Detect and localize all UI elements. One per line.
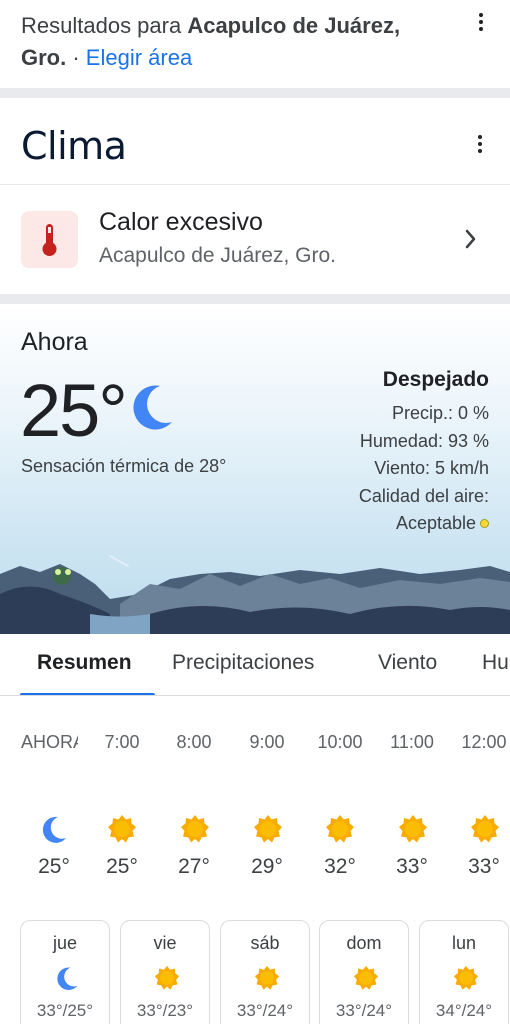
- day-card[interactable]: sáb 33°/24°: [220, 920, 310, 1024]
- day-temps: 33°/24°: [236, 1001, 294, 1020]
- sun-icon: [326, 815, 354, 843]
- condition-text: Despejado: [382, 368, 489, 391]
- hour-temp: 32°: [324, 855, 356, 878]
- hour-label: 12:00: [461, 732, 507, 752]
- tab-precipitation[interactable]: Precipitaciones: [172, 651, 314, 675]
- moon-icon: [57, 967, 78, 990]
- air-quality-dot: [480, 519, 489, 528]
- air-quality-label: Calidad del aire:: [358, 485, 489, 506]
- hour-temp: 25°: [38, 855, 70, 878]
- change-area-link[interactable]: Elegir área: [86, 45, 192, 70]
- hour-label: 9:00: [249, 732, 285, 752]
- day-temps: 33°/23°: [136, 1001, 194, 1020]
- results-text: Resultados para Acapulco de Juárez, Gro.…: [21, 10, 451, 74]
- sun-icon: [181, 815, 209, 843]
- sun-icon: [453, 965, 479, 990]
- thermometer-icon: [21, 211, 78, 268]
- section-separator: [0, 88, 510, 98]
- results-header: Resultados para Acapulco de Juárez, Gro.…: [0, 0, 510, 88]
- current-weather-panel: Ahora 25° Sensación térmica de 28° Despe…: [0, 304, 510, 634]
- divider: [0, 184, 510, 185]
- sun-icon: [154, 965, 180, 990]
- air-quality-value: Aceptable: [395, 513, 476, 533]
- chevron-right-icon[interactable]: [464, 228, 478, 250]
- hour-label: AHORA: [21, 732, 78, 752]
- moon-icon: [42, 816, 66, 843]
- sun-icon: [399, 815, 427, 843]
- sun-icon: [471, 815, 499, 843]
- day-temps: 33°/25°: [36, 1001, 94, 1020]
- day-card[interactable]: jue 33°/25°: [20, 920, 110, 1024]
- now-label: Ahora: [21, 328, 88, 356]
- day-card[interactable]: vie 33°/23°: [120, 920, 210, 1024]
- hour-temp: 27°: [178, 855, 210, 878]
- section-separator: [0, 294, 510, 304]
- current-temperature: 25°: [20, 369, 128, 452]
- tab-summary[interactable]: Resumen: [37, 651, 132, 675]
- tab-wind[interactable]: Viento: [378, 651, 437, 675]
- day-card[interactable]: dom 33°/24°: [319, 920, 409, 1024]
- hour-label: 8:00: [176, 732, 212, 752]
- hour-temp: 33°: [396, 855, 428, 878]
- heat-alert-row[interactable]: Calor excesivo Acapulco de Juárez, Gro.: [0, 186, 510, 294]
- hour-temp: 33°: [468, 855, 500, 878]
- night-scene-illustration: [0, 555, 510, 634]
- sun-icon: [353, 965, 379, 990]
- alert-title: Calor excesivo: [99, 208, 263, 236]
- day-card[interactable]: lun 34°/24°: [419, 920, 509, 1024]
- weather-tabs: Resumen Precipitaciones Viento Humedad: [0, 634, 510, 696]
- day-temps: 33°/24°: [335, 1001, 393, 1020]
- tab-humidity[interactable]: Humedad: [482, 651, 510, 675]
- hour-label: 10:00: [317, 732, 363, 752]
- feels-like: Sensación térmica de 28°: [21, 456, 227, 476]
- hour-temp: 29°: [251, 855, 283, 878]
- sun-icon: [254, 815, 282, 843]
- results-prefix: Resultados para: [21, 13, 188, 38]
- day-name: vie: [153, 933, 177, 953]
- hour-label: 7:00: [104, 732, 140, 752]
- active-tab-indicator: [20, 693, 155, 695]
- day-name: jue: [52, 933, 78, 953]
- day-name: sáb: [250, 933, 280, 953]
- day-name: dom: [346, 933, 382, 953]
- sun-icon: [108, 815, 136, 843]
- results-more-icon[interactable]: [471, 10, 491, 34]
- wind-text: Viento: 5 km/h: [374, 458, 489, 478]
- moon-icon: [133, 385, 172, 430]
- alert-location: Acapulco de Juárez, Gro.: [99, 244, 336, 267]
- precipitation-text: Precip.: 0 %: [391, 403, 489, 423]
- sun-icon: [254, 965, 280, 990]
- humidity-text: Humedad: 93 %: [359, 430, 489, 451]
- day-temps: 34°/24°: [435, 1001, 493, 1020]
- weather-title: Clima: [21, 124, 127, 168]
- hour-temp: 25°: [106, 855, 138, 878]
- day-name: lun: [451, 933, 477, 953]
- weather-more-icon[interactable]: [470, 132, 490, 156]
- conditions-block: Despejado Precip.: 0 % Humedad: 93 % Vie…: [359, 368, 489, 538]
- results-separator: ·: [66, 45, 86, 70]
- air-quality-value-row: Aceptable: [359, 510, 489, 538]
- hour-label: 11:00: [390, 732, 434, 752]
